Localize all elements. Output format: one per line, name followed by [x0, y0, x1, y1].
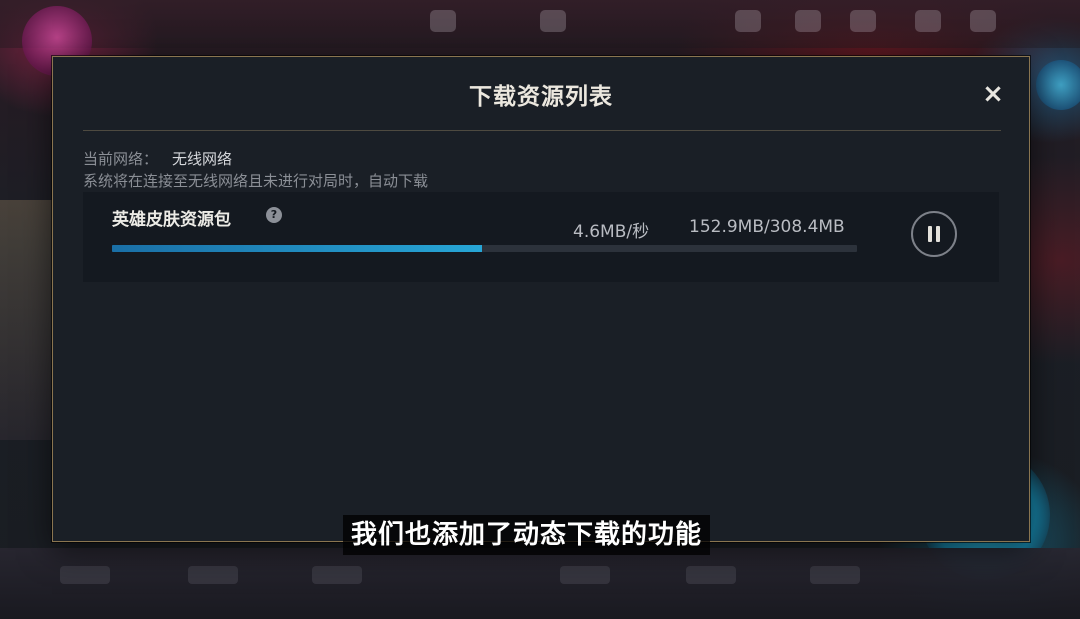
- background-bottom-item: [686, 566, 736, 584]
- download-progress-fill: [112, 245, 482, 252]
- background-top-icon: [850, 10, 876, 32]
- background-top-icon: [430, 10, 456, 32]
- download-size: 152.9MB/308.4MB: [689, 217, 845, 237]
- background-bottom-item: [312, 566, 362, 584]
- background-orb: [1036, 60, 1080, 110]
- network-status: 当前网络： 无线网络: [83, 148, 232, 169]
- background-bottom-item: [810, 566, 860, 584]
- background-bottom-bar: [0, 548, 1080, 619]
- dialog-title: 下载资源列表: [469, 84, 613, 110]
- help-icon[interactable]: ?: [266, 207, 282, 223]
- background-left-strip: [0, 200, 52, 440]
- download-speed: 4.6MB/秒: [573, 222, 650, 242]
- network-label: 当前网络：: [83, 150, 159, 168]
- download-item: 英雄皮肤资源包 ? 4.6MB/秒 152.9MB/308.4MB: [83, 192, 999, 282]
- pause-icon: [936, 226, 940, 242]
- background-top-icon: [735, 10, 761, 32]
- background-top-icon: [970, 10, 996, 32]
- network-description: 系统将在连接至无线网络且未进行对局时，自动下载: [83, 172, 429, 190]
- download-item-name: 英雄皮肤资源包: [112, 210, 231, 230]
- download-list-dialog: 下载资源列表 × 当前网络： 无线网络 系统将在连接至无线网络且未进行对局时，自动…: [52, 56, 1030, 542]
- background-top-icon: [540, 10, 566, 32]
- network-value: 无线网络: [172, 150, 233, 168]
- background-bottom-item: [60, 566, 110, 584]
- background-bottom-item: [188, 566, 238, 584]
- close-icon[interactable]: ×: [978, 79, 1008, 109]
- background-top-icon: [915, 10, 941, 32]
- download-progress-bar: [112, 245, 857, 252]
- title-divider: [83, 130, 1001, 131]
- pause-icon: [928, 226, 932, 242]
- video-subtitle: 我们也添加了动态下载的功能: [343, 515, 711, 555]
- background-bottom-item: [560, 566, 610, 584]
- pause-button[interactable]: [911, 211, 957, 257]
- background-top-icon: [795, 10, 821, 32]
